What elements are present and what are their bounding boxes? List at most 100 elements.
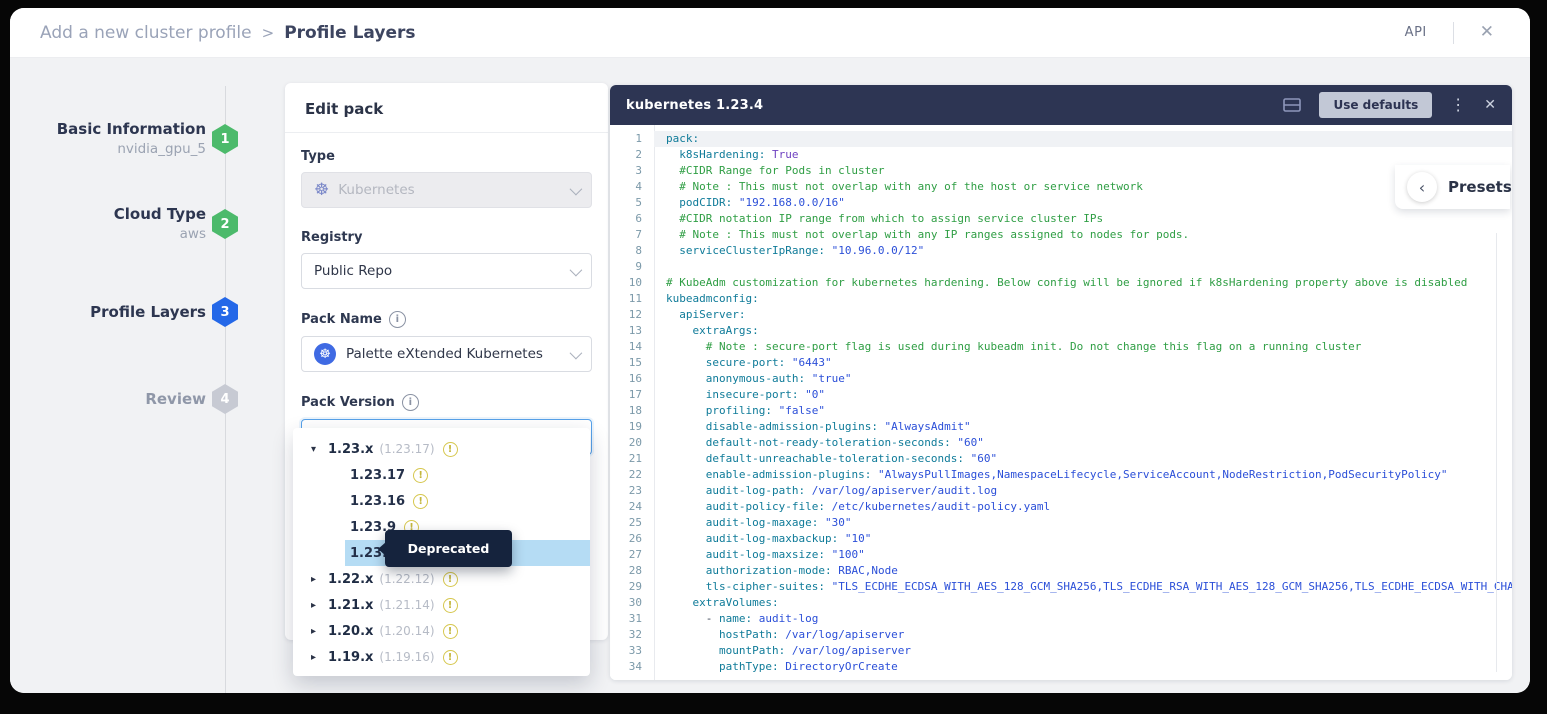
warning-icon[interactable]: !: [443, 598, 458, 613]
code-text: audit-log-maxbackup: "10": [654, 531, 1512, 547]
code-line: 22 enable-admission-plugins: "AlwaysPull…: [610, 467, 1512, 483]
code-line: 13 extraArgs:: [610, 323, 1512, 339]
version-latest-hint: (1.22.12): [379, 572, 434, 586]
close-icon[interactable]: ✕: [1480, 24, 1494, 41]
code-text: - name: audit-log: [654, 611, 1512, 627]
line-number: 8: [610, 243, 654, 259]
split-view-icon[interactable]: [1283, 98, 1301, 112]
breadcrumb-parent[interactable]: Add a new cluster profile: [40, 23, 252, 43]
line-number: 25: [610, 515, 654, 531]
use-defaults-button[interactable]: Use defaults: [1319, 92, 1432, 118]
warning-icon[interactable]: !: [443, 650, 458, 665]
version-option-1.23.16[interactable]: 1.23.16 !: [293, 488, 590, 514]
deprecated-tooltip-text: Deprecated: [408, 541, 490, 556]
code-line: 11 kubeadmconfig:: [610, 291, 1512, 307]
code-text: serviceClusterIpRange: "10.96.0.0/12": [654, 243, 1512, 259]
code-text: pathType: DirectoryOrCreate: [654, 659, 1512, 675]
pack-name-select[interactable]: ☸ Palette eXtended Kubernetes: [301, 336, 592, 372]
editor-scrollbar[interactable]: [1496, 233, 1497, 672]
warning-icon[interactable]: !: [413, 494, 428, 509]
code-text: anonymous-auth: "true": [654, 371, 1512, 387]
step-title: Basic Information: [57, 119, 206, 139]
code-text: authorization-mode: RBAC,Node: [654, 563, 1512, 579]
line-number: 33: [610, 643, 654, 659]
caret-icon: ▸: [311, 626, 328, 637]
line-number: 6: [610, 211, 654, 227]
version-label: 1.23.16: [350, 494, 405, 509]
version-option-1.21.x[interactable]: ▸ 1.21.x (1.21.14) !: [293, 592, 590, 618]
warning-icon[interactable]: !: [443, 572, 458, 587]
code-line: 4 # Note : This must not overlap with an…: [610, 179, 1512, 195]
code-text: profiling: "false": [654, 403, 1512, 419]
version-label: 1.20.x: [328, 624, 373, 639]
line-number: 34: [610, 659, 654, 675]
pack-version-dropdown: ▾ 1.23.x (1.23.17) ! 1.23.17 ! 1.23.16 !…: [293, 428, 590, 676]
caret-icon: ▸: [311, 652, 328, 663]
version-option-1.19.x[interactable]: ▸ 1.19.x (1.19.16) !: [293, 644, 590, 670]
window-header: Add a new cluster profile > Profile Laye…: [10, 8, 1530, 58]
editor-controls: Use defaults ⋮ ✕: [1283, 92, 1496, 118]
line-number: 15: [610, 355, 654, 371]
version-option-1.23.17[interactable]: 1.23.17 !: [293, 462, 590, 488]
code-line: 14 # Note : secure-port flag is used dur…: [610, 339, 1512, 355]
stepper: Basic Information nvidia_gpu_5 1 Cloud T…: [10, 58, 290, 693]
warning-icon[interactable]: !: [443, 624, 458, 639]
api-button[interactable]: API: [1405, 25, 1427, 40]
type-select[interactable]: ☸ Kubernetes: [301, 172, 592, 208]
editor-close-icon[interactable]: ✕: [1484, 98, 1496, 112]
type-label: Type: [301, 149, 592, 164]
deprecated-tooltip: Deprecated: [385, 530, 512, 567]
code-line: 29 tls-cipher-suites: "TLS_ECDHE_ECDSA_W…: [610, 579, 1512, 595]
warning-icon[interactable]: !: [413, 468, 428, 483]
step-number-hexagon: 2: [212, 209, 238, 239]
code-line: 21 default-unreachable-toleration-second…: [610, 451, 1512, 467]
registry-label-text: Registry: [301, 230, 362, 245]
warning-icon[interactable]: !: [443, 442, 458, 457]
step-subtitle: nvidia_gpu_5: [57, 139, 206, 160]
code-text: # KubeAdm customization for kubernetes h…: [654, 275, 1512, 291]
version-option-1.22.x[interactable]: ▸ 1.22.x (1.22.12) !: [293, 566, 590, 592]
header-divider: [1453, 22, 1454, 44]
code-line: 8 serviceClusterIpRange: "10.96.0.0/12": [610, 243, 1512, 259]
line-number: 31: [610, 611, 654, 627]
kebab-menu-icon[interactable]: ⋮: [1450, 97, 1466, 113]
presets-expand-button[interactable]: ‹: [1407, 172, 1437, 202]
pack-version-label-text: Pack Version: [301, 395, 395, 410]
wizard-body: Basic Information nvidia_gpu_5 1 Cloud T…: [10, 58, 1530, 693]
code-text: audit-log-path: /var/log/apiserver/audit…: [654, 483, 1512, 499]
step-number-hexagon: 4: [212, 384, 238, 414]
version-label: 1.19.x: [328, 650, 373, 665]
version-option-1.20.x[interactable]: ▸ 1.20.x (1.20.14) !: [293, 618, 590, 644]
code-line: 7 # Note : This must not overlap with an…: [610, 227, 1512, 243]
edit-pack-title: Edit pack: [285, 83, 608, 133]
presets-label: Presets: [1448, 178, 1512, 196]
info-icon[interactable]: i: [402, 394, 419, 411]
registry-select[interactable]: Public Repo: [301, 253, 592, 289]
line-number: 14: [610, 339, 654, 355]
caret-icon: ▸: [311, 600, 328, 611]
line-number: 20: [610, 435, 654, 451]
step-labels: Cloud Type aws: [114, 204, 206, 245]
yaml-code-area[interactable]: 1 pack: 2 k8sHardening: True 3 #CIDR Ran…: [610, 131, 1512, 675]
code-text: audit-policy-file: /etc/kubernetes/audit…: [654, 499, 1512, 515]
line-number: 24: [610, 499, 654, 515]
code-line: 2 k8sHardening: True: [610, 147, 1512, 163]
code-text: k8sHardening: True: [654, 147, 1512, 163]
caret-icon: ▾: [311, 444, 328, 455]
code-editor-panel: kubernetes 1.23.4 Use defaults ⋮ ✕ 1: [610, 85, 1512, 680]
step-number-hexagon: 3: [212, 297, 238, 327]
code-line: 32 hostPath: /var/log/apiserver: [610, 627, 1512, 643]
editor-body: 1 pack: 2 k8sHardening: True 3 #CIDR Ran…: [610, 125, 1512, 680]
pack-name-label: Pack Name i: [301, 311, 592, 328]
breadcrumb-separator: >: [262, 24, 275, 42]
step-labels: Profile Layers: [90, 302, 206, 322]
code-line: 16 anonymous-auth: "true": [610, 371, 1512, 387]
line-number: 19: [610, 419, 654, 435]
info-icon[interactable]: i: [389, 311, 406, 328]
version-option-1.23.x[interactable]: ▾ 1.23.x (1.23.17) !: [293, 436, 590, 462]
step-labels: Basic Information nvidia_gpu_5: [57, 119, 206, 160]
line-number: 23: [610, 483, 654, 499]
version-label: 1.22.x: [328, 572, 373, 587]
step-title: Profile Layers: [90, 302, 206, 322]
line-number: 21: [610, 451, 654, 467]
